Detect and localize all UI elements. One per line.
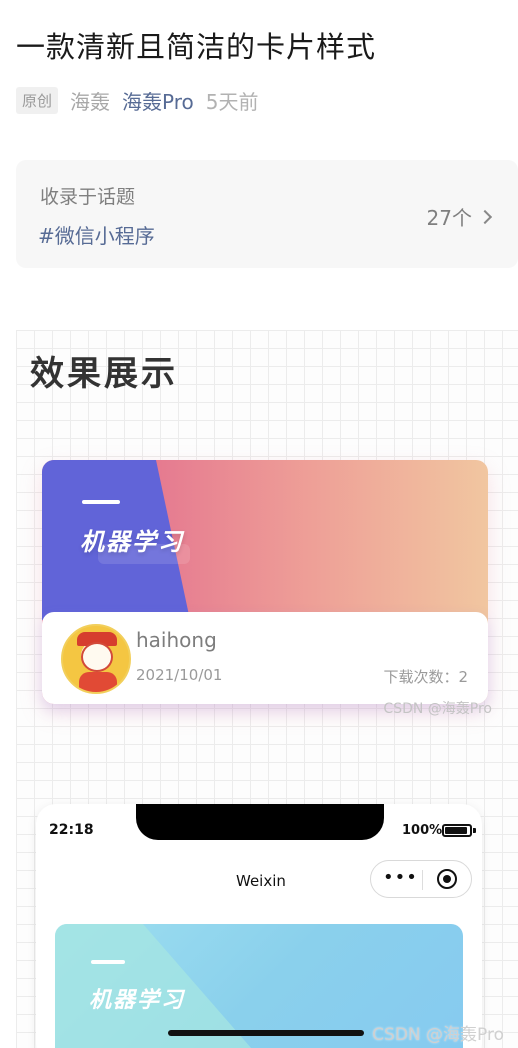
capsule-divider: [422, 870, 423, 890]
phone-card-title: 机器学习: [89, 988, 186, 1013]
nav-title: Weixin: [236, 872, 286, 890]
original-badge: 原创: [16, 86, 59, 114]
watermark-bottom: CSDN @海轰Pro: [372, 1025, 504, 1045]
home-indicator: [168, 1030, 364, 1036]
phone-notch: [136, 804, 384, 840]
topic-label: 收录于话题: [40, 186, 136, 208]
post-date: 2021/10/01: [136, 666, 223, 684]
avatar-image: [61, 624, 131, 694]
topic-count-text: 27个: [426, 206, 472, 230]
status-time: 22:18: [49, 822, 94, 838]
card-title-dash: [82, 500, 120, 504]
download-count: 下载次数：2: [383, 668, 468, 686]
avatar-face: [81, 642, 113, 672]
topic-count[interactable]: 27个: [426, 202, 493, 231]
phone-card-title-dash: [91, 960, 125, 964]
watermark: CSDN @海轰Pro: [383, 701, 492, 717]
battery-nub: [473, 828, 476, 833]
username: haihong: [136, 628, 217, 652]
battery-percent: 100%: [402, 823, 443, 838]
close-target-icon[interactable]: [437, 869, 457, 889]
battery-icon: [442, 824, 472, 837]
topic-card[interactable]: 收录于话题 #微信小程序 27个: [16, 160, 518, 268]
article-meta: 原创 海轰 海轰Pro 5天前: [16, 86, 258, 114]
more-dots-icon[interactable]: •••: [383, 869, 418, 887]
card-title: 机器学习: [80, 528, 184, 556]
author-name: 海轰: [70, 89, 111, 114]
miniprogram-capsule[interactable]: •••: [370, 860, 472, 898]
user-panel: haihong 2021/10/01 下载次数：2: [42, 612, 488, 704]
publish-age: 5天前: [205, 89, 259, 114]
author-account-link[interactable]: 海轰Pro: [122, 86, 194, 115]
topic-tag[interactable]: #微信小程序: [38, 220, 155, 249]
avatar-body: [79, 672, 117, 692]
chevron-right-icon: [477, 209, 493, 224]
article-title: 一款清新且简洁的卡片样式: [16, 30, 377, 64]
section-title: 效果展示: [30, 354, 178, 394]
